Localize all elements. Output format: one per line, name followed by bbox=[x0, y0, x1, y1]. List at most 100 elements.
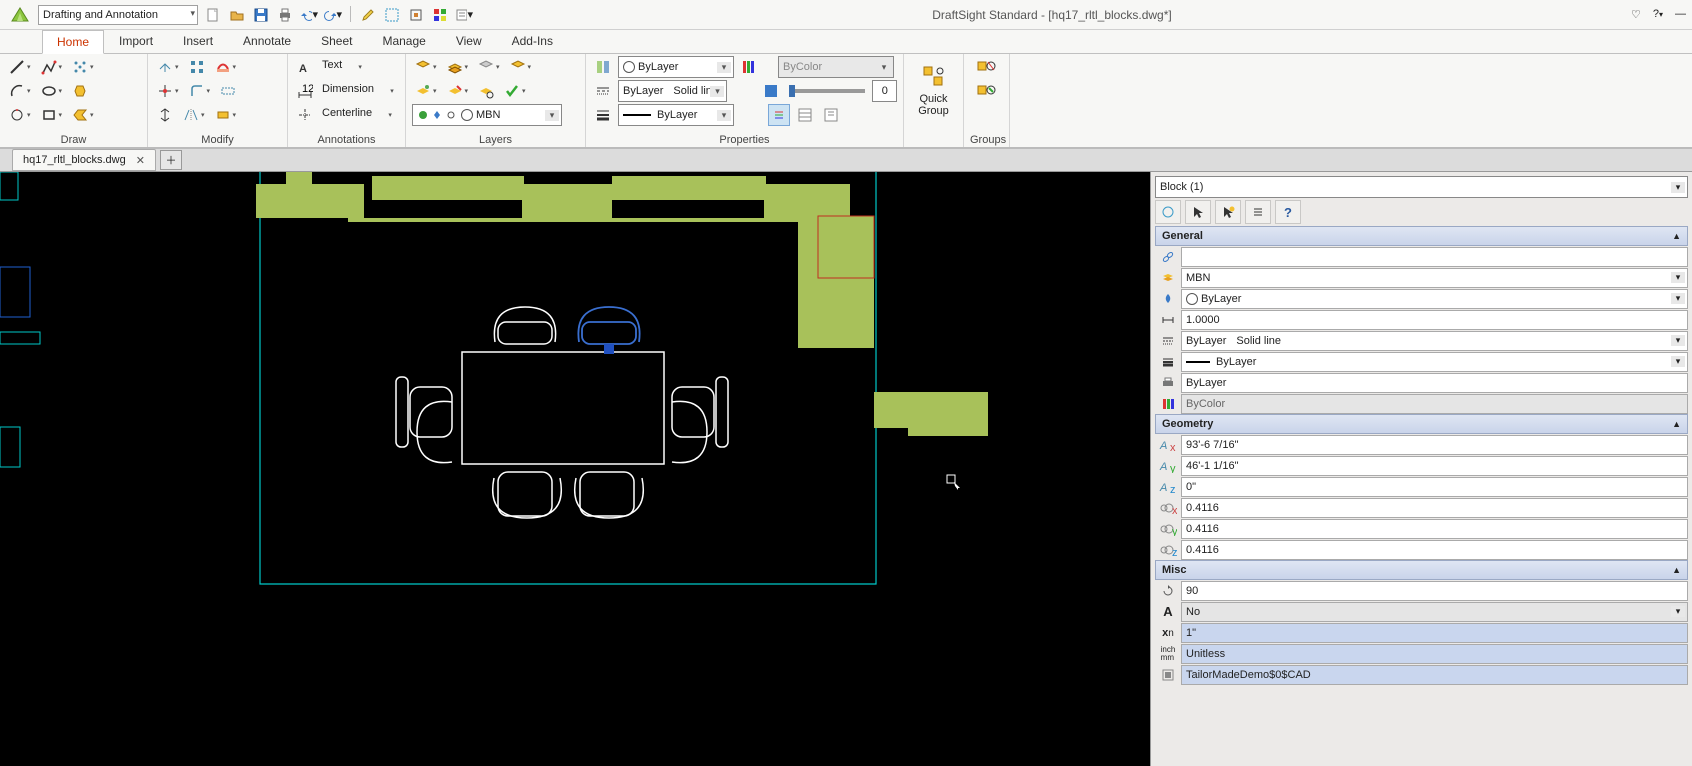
qat-print[interactable] bbox=[276, 6, 294, 24]
centerline-dd[interactable]: ▾ bbox=[378, 104, 400, 126]
help-icon[interactable]: ?▾ bbox=[1653, 8, 1663, 21]
region-tool[interactable]: ▾ bbox=[69, 104, 97, 126]
printstyle-value[interactable]: ByLayer bbox=[1181, 373, 1688, 393]
sy-value[interactable]: 0.4116 bbox=[1181, 519, 1688, 539]
linestyle-value[interactable]: ByLayerSolid line▾ bbox=[1181, 331, 1688, 351]
prop-lineweight-btn[interactable] bbox=[592, 104, 614, 126]
linescale-value[interactable]: 1.0000 bbox=[1181, 310, 1688, 330]
proptool-list[interactable] bbox=[1245, 200, 1271, 224]
text-dd[interactable]: ▾ bbox=[348, 56, 370, 78]
qat-new[interactable] bbox=[204, 6, 222, 24]
proptool-select[interactable] bbox=[1185, 200, 1211, 224]
group-edit-button[interactable] bbox=[973, 80, 1001, 102]
dimension-icon-btn[interactable]: 12 bbox=[294, 80, 316, 102]
blockname-value[interactable]: TailorMadeDemo$0$CAD bbox=[1181, 665, 1688, 685]
point-tool[interactable]: ▾ bbox=[69, 56, 97, 78]
proptool-help[interactable]: ? bbox=[1275, 200, 1301, 224]
qat-options[interactable]: ▾ bbox=[455, 6, 473, 24]
proptool-pick[interactable] bbox=[1155, 200, 1181, 224]
pattern-tool[interactable] bbox=[186, 56, 208, 78]
sx-value[interactable]: 0.4116 bbox=[1181, 498, 1688, 518]
close-tab-icon[interactable]: ✕ bbox=[136, 154, 145, 167]
prop-list-btn[interactable] bbox=[768, 104, 790, 126]
hyperlink-value[interactable] bbox=[1181, 247, 1688, 267]
tab-home[interactable]: Home bbox=[42, 30, 104, 54]
fillet-tool[interactable]: ▾ bbox=[186, 80, 214, 102]
explode-tool[interactable] bbox=[217, 80, 239, 102]
rotation-value[interactable]: 90 bbox=[1181, 581, 1688, 601]
section-misc[interactable]: Misc▲ bbox=[1155, 560, 1688, 580]
section-general[interactable]: General▲ bbox=[1155, 226, 1688, 246]
dimension-label[interactable]: Dimension bbox=[320, 80, 376, 102]
linetype-dropdown[interactable]: ByLayerSolid line ▾ bbox=[618, 80, 727, 102]
tab-view[interactable]: View bbox=[441, 29, 497, 53]
qat-undo[interactable]: ▾ bbox=[300, 6, 318, 24]
tab-sheet[interactable]: Sheet bbox=[306, 29, 367, 53]
minimize-button[interactable]: — bbox=[1675, 8, 1686, 21]
layer-dropdown[interactable]: MBN ▾ bbox=[412, 104, 562, 126]
mirror-tool[interactable]: ▾ bbox=[180, 104, 208, 126]
circle-tool[interactable]: ▾ bbox=[38, 80, 66, 102]
tab-import[interactable]: Import bbox=[104, 29, 168, 53]
file-tab-active[interactable]: hq17_rltl_blocks.dwg ✕ bbox=[12, 149, 156, 171]
tab-manage[interactable]: Manage bbox=[367, 29, 440, 53]
layer-freeze[interactable]: ▾ bbox=[444, 56, 472, 78]
tab-insert[interactable]: Insert bbox=[168, 29, 228, 53]
tab-annotate[interactable]: Annotate bbox=[228, 29, 306, 53]
unitfactor-value[interactable]: 1" bbox=[1181, 623, 1688, 643]
quick-group-button[interactable]: Quick Group bbox=[909, 56, 959, 124]
centerline-icon-btn[interactable] bbox=[294, 104, 316, 126]
qat-highlight[interactable] bbox=[359, 6, 377, 24]
section-geometry[interactable]: Geometry▲ bbox=[1155, 414, 1688, 434]
layer-check[interactable]: ▾ bbox=[501, 80, 529, 102]
line-tool[interactable]: ▾ bbox=[6, 56, 34, 78]
tab-addins[interactable]: Add-Ins bbox=[497, 29, 568, 53]
prop-colorbars[interactable] bbox=[738, 56, 760, 78]
linecolor-dropdown[interactable]: ByLayer ▾ bbox=[618, 56, 734, 78]
layer-states[interactable]: ▾ bbox=[507, 56, 535, 78]
dimension-dd[interactable]: ▾ bbox=[380, 80, 402, 102]
centerline-label[interactable]: Centerline bbox=[320, 104, 374, 126]
layer-lock[interactable]: ▾ bbox=[412, 80, 440, 102]
trim-tool[interactable]: ▾ bbox=[154, 80, 182, 102]
layer-value[interactable]: MBN▾ bbox=[1181, 268, 1688, 288]
group-add-button[interactable] bbox=[973, 56, 1001, 78]
qat-rebuild[interactable] bbox=[383, 6, 401, 24]
polyline-tool[interactable]: ▾ bbox=[38, 56, 66, 78]
move-tool[interactable]: ▾ bbox=[154, 56, 182, 78]
linecolor-value[interactable]: ByLayer▾ bbox=[1181, 289, 1688, 309]
workspace-dropdown[interactable]: Drafting and Annotation ▾ bbox=[38, 5, 198, 25]
layer-iso[interactable]: ▾ bbox=[475, 56, 503, 78]
prop-table1-btn[interactable] bbox=[794, 104, 816, 126]
proptool-quickselect[interactable] bbox=[1215, 200, 1241, 224]
sz-value[interactable]: 0.4116 bbox=[1181, 540, 1688, 560]
rectangle-tool[interactable]: ▾ bbox=[38, 104, 66, 126]
qat-save[interactable] bbox=[252, 6, 270, 24]
units-value[interactable]: Unitless bbox=[1181, 644, 1688, 664]
arc-tool[interactable]: ▾ bbox=[6, 80, 34, 102]
qat-block[interactable] bbox=[407, 6, 425, 24]
delete-tool[interactable]: ▾ bbox=[212, 56, 240, 78]
x-value[interactable]: 93'-6 7/16" bbox=[1181, 435, 1688, 455]
qat-redo[interactable]: ▾ bbox=[324, 6, 342, 24]
transparency-value[interactable]: 0 bbox=[872, 80, 897, 102]
add-tab-button[interactable]: ＋ bbox=[160, 150, 182, 170]
qat-open[interactable] bbox=[228, 6, 246, 24]
prop-linetype-btn[interactable] bbox=[592, 80, 614, 102]
text-label[interactable]: Text bbox=[320, 56, 344, 78]
layer-manager[interactable]: ▾ bbox=[412, 56, 440, 78]
offset-tool[interactable] bbox=[154, 104, 176, 126]
lineweight-value[interactable]: ByLayer▾ bbox=[1181, 352, 1688, 372]
stretch-tool[interactable]: ▾ bbox=[212, 104, 240, 126]
layer-preview[interactable] bbox=[475, 80, 497, 102]
lineweight-dropdown[interactable]: ByLayer ▾ bbox=[618, 104, 734, 126]
z-value[interactable]: 0" bbox=[1181, 477, 1688, 497]
y-value[interactable]: 46'-1 1/16" bbox=[1181, 456, 1688, 476]
qat-colors[interactable] bbox=[431, 6, 449, 24]
heart-icon[interactable]: ♡ bbox=[1631, 8, 1641, 21]
prop-matchprops[interactable] bbox=[592, 56, 614, 78]
prop-table2-btn[interactable] bbox=[820, 104, 842, 126]
layer-off[interactable]: ▾ bbox=[444, 80, 472, 102]
selection-dropdown[interactable]: Block (1) ▾ bbox=[1155, 176, 1688, 198]
text-icon-btn[interactable]: A bbox=[294, 56, 316, 78]
